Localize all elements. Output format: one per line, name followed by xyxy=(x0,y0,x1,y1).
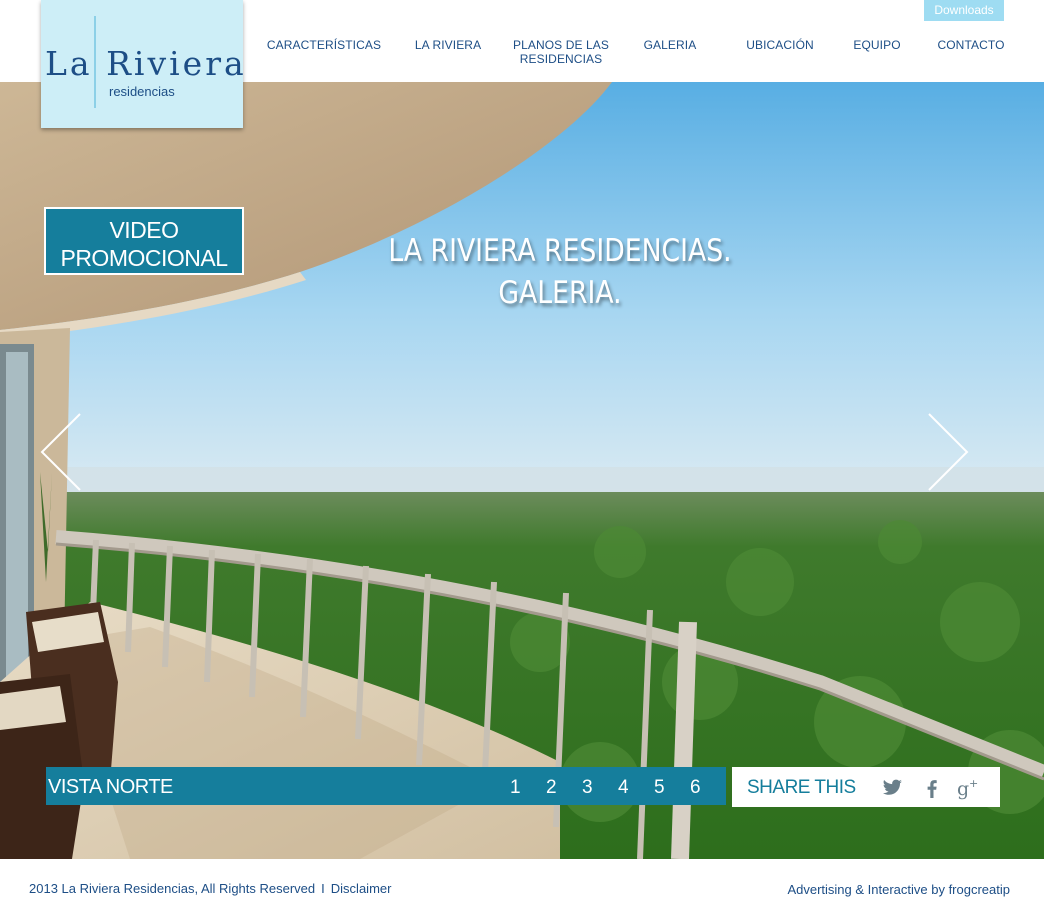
site-footer: 2013 La Riviera Residencias, All Rights … xyxy=(0,859,1044,906)
svg-text:+: + xyxy=(969,777,978,790)
video-promocional-button[interactable]: VIDEO PROMOCIONAL xyxy=(44,207,244,275)
site-logo[interactable]: La Riviera residencias xyxy=(41,0,247,128)
downloads-button[interactable]: Downloads xyxy=(924,0,1004,21)
logo-name: La Riviera xyxy=(45,44,247,83)
gallery-page-4[interactable]: 4 xyxy=(618,777,629,799)
share-box: SHARE THIS g + xyxy=(732,767,1000,807)
nav-planos[interactable]: PLANOS DE LAS RESIDENCIAS xyxy=(508,38,614,66)
nav-caracteristicas[interactable]: CARACTERÍSTICAS xyxy=(262,38,386,52)
nav-la-riviera[interactable]: LA RIVIERA xyxy=(408,38,488,52)
chevron-right-icon[interactable] xyxy=(927,412,971,492)
share-label: SHARE THIS xyxy=(747,777,856,798)
gallery-photo xyxy=(0,82,1044,859)
footer-copyright: 2013 La Riviera Residencias, All Rights … xyxy=(29,881,316,896)
gallery-hero: LA RIVIERA RESIDENCIAS. GALERIA. xyxy=(0,82,1044,859)
logo-subtitle: residencias xyxy=(109,84,175,99)
gallery-page-3[interactable]: 3 xyxy=(582,777,593,799)
nav-contacto[interactable]: CONTACTO xyxy=(930,38,1012,52)
video-button-line2: PROMOCIONAL xyxy=(60,245,228,271)
nav-galeria[interactable]: GALERIA xyxy=(636,38,704,52)
gallery-page-6[interactable]: 6 xyxy=(690,777,701,799)
hero-title-line2: GALERIA. xyxy=(498,275,622,311)
disclaimer-link[interactable]: Disclaimer xyxy=(331,881,392,896)
gallery-page-1[interactable]: 1 xyxy=(510,777,521,799)
footer-copyright-line: 2013 La Riviera Residencias, All Rights … xyxy=(29,881,391,896)
nav-ubicacion[interactable]: UBICACIÓN xyxy=(736,38,824,52)
facebook-icon[interactable] xyxy=(920,776,944,800)
gallery-caption: VISTA NORTE xyxy=(48,776,173,798)
chevron-left-icon[interactable] xyxy=(38,412,82,492)
nav-equipo[interactable]: EQUIPO xyxy=(846,38,908,52)
svg-text:g: g xyxy=(957,778,969,800)
video-button-line1: VIDEO xyxy=(109,217,179,243)
gallery-page-2[interactable]: 2 xyxy=(546,777,557,799)
gallery-caption-bar: VISTA NORTE 1 2 3 4 5 6 xyxy=(46,767,726,805)
credit-link[interactable]: Advertising & Interactive by frogcreatip xyxy=(787,882,1010,897)
gallery-page-5[interactable]: 5 xyxy=(654,777,665,799)
twitter-icon[interactable] xyxy=(880,776,904,800)
google-plus-icon[interactable]: g + xyxy=(956,776,980,800)
footer-separator: I xyxy=(321,881,325,896)
